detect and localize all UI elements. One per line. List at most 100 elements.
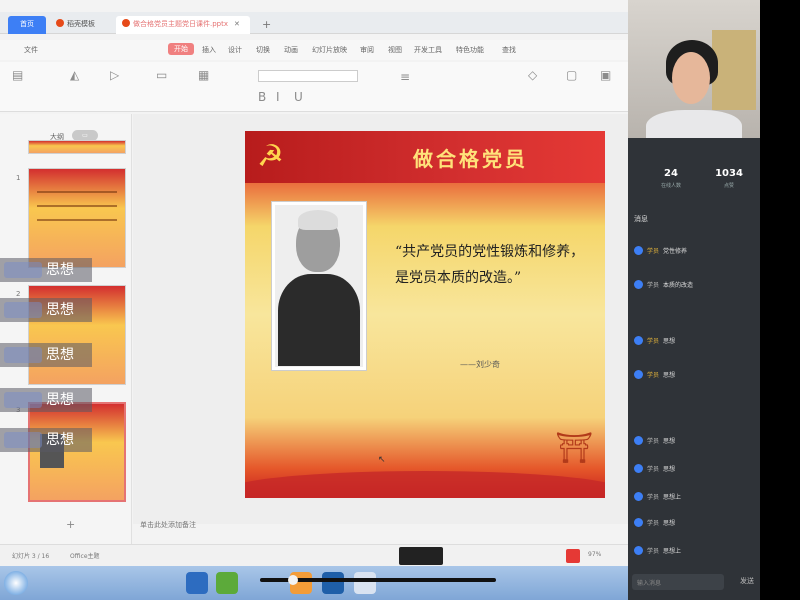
docer-icon xyxy=(56,19,64,27)
chat-text: 思想 xyxy=(663,438,676,445)
menu-search[interactable]: 查找 xyxy=(502,45,516,55)
zoom-level[interactable]: 97% xyxy=(588,551,601,558)
picture-button[interactable]: ▣ xyxy=(600,68,611,83)
align-button[interactable]: ≡ xyxy=(400,70,410,85)
danmaku-comment: 思想 xyxy=(0,258,92,282)
paste-button[interactable]: ▤ xyxy=(12,68,23,83)
like-count-label: 点赞 xyxy=(723,183,734,189)
portrait-body xyxy=(278,274,360,366)
add-slide-icon[interactable]: + xyxy=(66,518,75,531)
chat-name: 学员 xyxy=(647,520,660,527)
danmaku-text: 思想 xyxy=(46,262,74,278)
menu-bar: 文件 开始 插入 设计 切换 动画 幻灯片放映 审阅 视图 开发工具 特色功能 … xyxy=(0,40,628,60)
close-tab-icon[interactable]: ✕ xyxy=(234,20,240,28)
letterbox-bar xyxy=(760,0,800,600)
layout-button[interactable]: ▦ xyxy=(198,68,209,83)
slide-thumbnail-1[interactable] xyxy=(28,168,126,268)
paste-icon: ▤ xyxy=(12,68,24,82)
thumb-text-line xyxy=(37,205,117,207)
browser-tabbar: 首页 稻壳模板 做合格党员主题党日课件.pptx ✕ + xyxy=(0,12,628,34)
temple-icon: ⛩ xyxy=(555,431,594,466)
menu-review[interactable]: 审阅 xyxy=(360,45,374,55)
slide-thumbnail-prev[interactable] xyxy=(28,140,126,154)
danmaku-comment: 思想 xyxy=(0,298,92,322)
taskbar-app-sogou[interactable] xyxy=(186,572,208,594)
party-emblem-icon: ☭ xyxy=(257,139,284,174)
live-stats: 24 在线人数 1034 点赞 xyxy=(628,162,760,198)
chat-message: 学员 思想 xyxy=(634,518,758,529)
slide-thumbnail-3-selected[interactable] xyxy=(28,402,126,502)
current-slide[interactable]: ☭ 做合格党员 “共产党员的党性锻炼和修养，是党员本质的改造。” ——刘少奇 ⛩ xyxy=(245,131,605,498)
teacher-webcam xyxy=(628,0,760,138)
viewer-count-label: 在线人数 xyxy=(660,183,681,189)
avatar xyxy=(634,436,643,445)
chat-header: 消息 xyxy=(634,215,648,223)
chat-text: 思想上 xyxy=(663,548,682,555)
slideshow-play-button[interactable] xyxy=(566,549,580,563)
progress-handle[interactable] xyxy=(288,575,298,585)
ppt-icon xyxy=(122,19,130,27)
avatar xyxy=(634,336,643,345)
menu-design[interactable]: 设计 xyxy=(228,45,242,55)
chat-text: 思想 xyxy=(663,520,676,527)
playback-progress-bar[interactable] xyxy=(260,575,496,585)
underline-icon: U xyxy=(294,90,303,104)
danmaku-text: 思想 xyxy=(46,347,74,363)
taskbar-app-ppt[interactable] xyxy=(354,572,376,594)
chat-message: 学员 党性修养 xyxy=(634,246,758,257)
danmaku-text: 思想 xyxy=(46,432,74,448)
italic-button[interactable]: I xyxy=(276,90,280,105)
shape-button[interactable]: ◇ xyxy=(528,68,537,83)
danmaku-comment: 思想 xyxy=(0,343,92,367)
menu-home[interactable]: 开始 xyxy=(168,43,194,55)
thumb-text-line xyxy=(37,219,117,221)
layout-icon: ▦ xyxy=(198,68,210,82)
format-painter-button[interactable]: ◭ xyxy=(70,68,79,83)
menu-transition[interactable]: 切换 xyxy=(256,45,270,55)
new-tab-icon[interactable]: + xyxy=(262,18,271,31)
desktop-screen: 首页 稻壳模板 做合格党员主题党日课件.pptx ✕ + 文件 开始 插入 设计 … xyxy=(0,0,628,600)
avatar xyxy=(634,246,643,255)
play-from-current-button[interactable]: ▷ xyxy=(110,68,119,83)
chat-message: 学员 思想上 xyxy=(634,546,758,557)
chat-input[interactable]: 输入消息 xyxy=(632,574,724,590)
underline-button[interactable]: U xyxy=(294,90,303,105)
start-button[interactable] xyxy=(4,571,28,595)
bold-icon: B xyxy=(258,90,267,104)
chat-text: 思想 xyxy=(663,338,676,345)
danmaku-avatar xyxy=(4,302,42,318)
textbox-button[interactable]: ▢ xyxy=(566,68,577,83)
italic-icon: I xyxy=(276,90,280,104)
chat-text: 党性修养 xyxy=(663,248,688,255)
portrait-photo xyxy=(271,201,367,371)
new-slide-button[interactable]: ▭ xyxy=(156,68,167,83)
taskbar-app-blue[interactable] xyxy=(322,572,344,594)
tab-presentation[interactable]: 做合格党员主题党日课件.pptx ✕ xyxy=(116,16,250,34)
align-icon: ≡ xyxy=(400,70,411,84)
font-name-select[interactable] xyxy=(258,70,358,82)
tab-home[interactable]: 首页 xyxy=(8,16,46,34)
menu-animation[interactable]: 动画 xyxy=(284,45,298,55)
chat-message: 学员 思想 xyxy=(634,370,758,381)
chat-text: 思想上 xyxy=(663,494,682,501)
tab-templates[interactable]: 稻壳模板 xyxy=(50,16,112,34)
chat-message: 学员 思想上 xyxy=(634,492,758,503)
menu-developer[interactable]: 开发工具 xyxy=(414,45,442,55)
menu-slideshow[interactable]: 幻灯片放映 xyxy=(312,45,347,55)
chat-text: 思想 xyxy=(663,466,676,473)
notes-placeholder[interactable]: 单击此处添加备注 xyxy=(140,520,196,530)
taskbar-app-green[interactable] xyxy=(216,572,238,594)
like-count: 1034 点赞 xyxy=(704,168,754,189)
quote-author: ——刘少奇 xyxy=(460,360,500,369)
new-slide-icon: ▭ xyxy=(156,68,168,82)
video-controls-toolbar[interactable] xyxy=(399,547,443,565)
bold-button[interactable]: B xyxy=(258,90,266,105)
send-button[interactable]: 发送 xyxy=(740,576,754,586)
menu-view[interactable]: 视图 xyxy=(388,45,402,55)
chat-name: 学员 xyxy=(647,282,660,289)
chat-name: 学员 xyxy=(647,548,660,555)
menu-features[interactable]: 特色功能 xyxy=(456,45,484,55)
menu-insert[interactable]: 插入 xyxy=(202,45,216,55)
like-count-value: 1034 xyxy=(715,168,743,179)
menu-file[interactable]: 文件 xyxy=(24,45,38,55)
